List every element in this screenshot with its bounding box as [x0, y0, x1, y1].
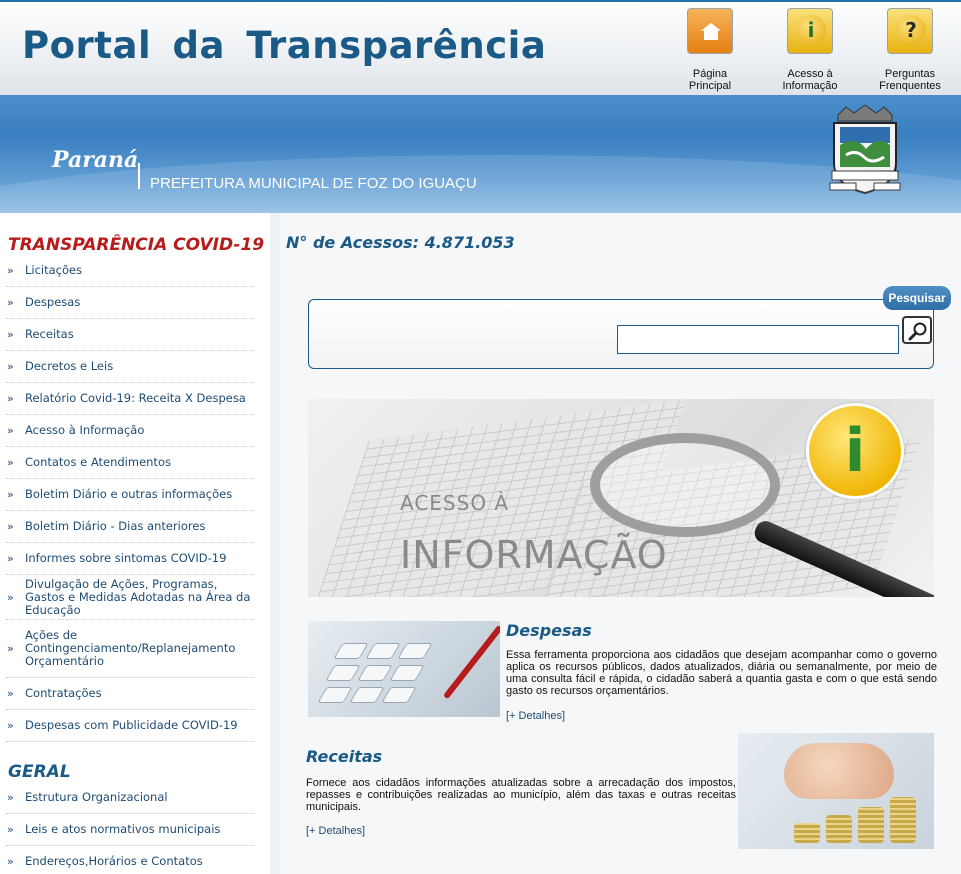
nav-label[interactable]: Perguntas Frenquentes — [865, 68, 955, 92]
receitas-details-link[interactable]: [+ Detalhes] — [306, 825, 365, 837]
search-panel — [308, 299, 934, 369]
sidebar-item-contatos[interactable]: Contatos e Atendimentos — [6, 447, 254, 479]
search-button[interactable] — [902, 316, 932, 344]
prefeitura-name: PREFEITURA MUNICIPAL DE FOZ DO IGUAÇU — [150, 175, 477, 192]
banner-line2: INFORMAÇÃO — [400, 533, 668, 577]
sidebar-item-decretos-leis[interactable]: Decretos e Leis — [6, 351, 254, 383]
sidebar-item-relatorio-covid[interactable]: Relatório Covid-19: Receita X Despesa — [6, 383, 254, 415]
header-separator — [138, 163, 140, 189]
access-counter: N° de Acessos: 4.871.053 — [286, 233, 515, 252]
main-content: N° de Acessos: 4.871.053 Pesquisar ACESS… — [280, 213, 961, 874]
despesas-title: Despesas — [506, 621, 592, 640]
sidebar-item-boletim-anteriores[interactable]: Boletim Diário - Dias anteriores — [6, 511, 254, 543]
magnifier-lens — [590, 433, 780, 537]
covid-menu: Licitações Despesas Receitas Decretos e … — [0, 255, 262, 742]
search-tab-label[interactable]: Pesquisar — [883, 286, 951, 310]
nav-perguntas-frequentes[interactable]: ? Perguntas Frenquentes — [865, 8, 955, 92]
question-icon[interactable]: ? — [887, 8, 933, 54]
receitas-text: Fornece aos cidadãos informações atualiz… — [306, 777, 736, 813]
search-icon — [908, 322, 927, 341]
sidebar-item-educacao[interactable]: Divulgação de Ações, Programas, Gastos e… — [6, 575, 254, 620]
geral-menu: Estrutura Organizacional Leis e atos nor… — [0, 782, 262, 874]
sidebar-item-despesas[interactable]: Despesas — [6, 287, 254, 319]
sidebar-item-acesso-informacao[interactable]: Acesso à Informação — [6, 415, 254, 447]
sidebar: TRANSPARÊNCIA COVID-19 Licitações Despes… — [0, 213, 270, 874]
state-name: Paraná — [52, 147, 139, 173]
city-crest-icon — [829, 105, 901, 195]
sidebar-item-boletim-diario[interactable]: Boletim Diário e outras informações — [6, 479, 254, 511]
portal-title: Portal da Transparência — [22, 24, 547, 67]
header-band: Paraná PREFEITURA MUNICIPAL DE FOZ DO IG… — [0, 95, 961, 213]
search-input[interactable] — [617, 325, 899, 354]
sidebar-item-contingenciamento[interactable]: Ações de Contingenciamento/Replanejament… — [6, 620, 254, 678]
info-bubble-icon: i — [806, 403, 904, 499]
despesas-text: Essa ferramenta proporciona aos cidadãos… — [506, 649, 937, 697]
section-title-covid: TRANSPARÊNCIA COVID-19 — [8, 235, 265, 255]
banner-line1: ACESSO À — [400, 491, 510, 515]
sidebar-item-publicidade[interactable]: Despesas com Publicidade COVID-19 — [6, 710, 254, 742]
sidebar-item-informes-sintomas[interactable]: Informes sobre sintomas COVID-19 — [6, 543, 254, 575]
nav-label[interactable]: Página Principal — [665, 68, 755, 92]
coins-image — [738, 733, 934, 849]
nav-label[interactable]: Acesso à Informação — [765, 68, 855, 92]
calculator-image — [308, 621, 500, 717]
sidebar-item-enderecos[interactable]: Endereços,Horários e Contatos — [6, 846, 254, 874]
nav-pagina-principal[interactable]: Página Principal — [665, 8, 755, 92]
info-icon[interactable]: i — [787, 8, 833, 54]
sidebar-item-leis-atos[interactable]: Leis e atos normativos municipais — [6, 814, 254, 846]
sidebar-item-estrutura[interactable]: Estrutura Organizacional — [6, 782, 254, 814]
section-title-geral: GERAL — [8, 762, 71, 782]
sidebar-item-licitacoes[interactable]: Licitações — [6, 255, 254, 287]
nav-acesso-informacao[interactable]: i Acesso à Informação — [765, 8, 855, 92]
home-folder-icon[interactable] — [687, 8, 733, 54]
header-top: Portal da Transparência Página Principal … — [0, 0, 961, 95]
despesas-details-link[interactable]: [+ Detalhes] — [506, 710, 565, 722]
receitas-title: Receitas — [306, 747, 383, 766]
sidebar-item-receitas[interactable]: Receitas — [6, 319, 254, 351]
sidebar-item-contratacoes[interactable]: Contratações — [6, 678, 254, 710]
acesso-informacao-banner[interactable]: ACESSO À INFORMAÇÃO i — [308, 399, 934, 597]
